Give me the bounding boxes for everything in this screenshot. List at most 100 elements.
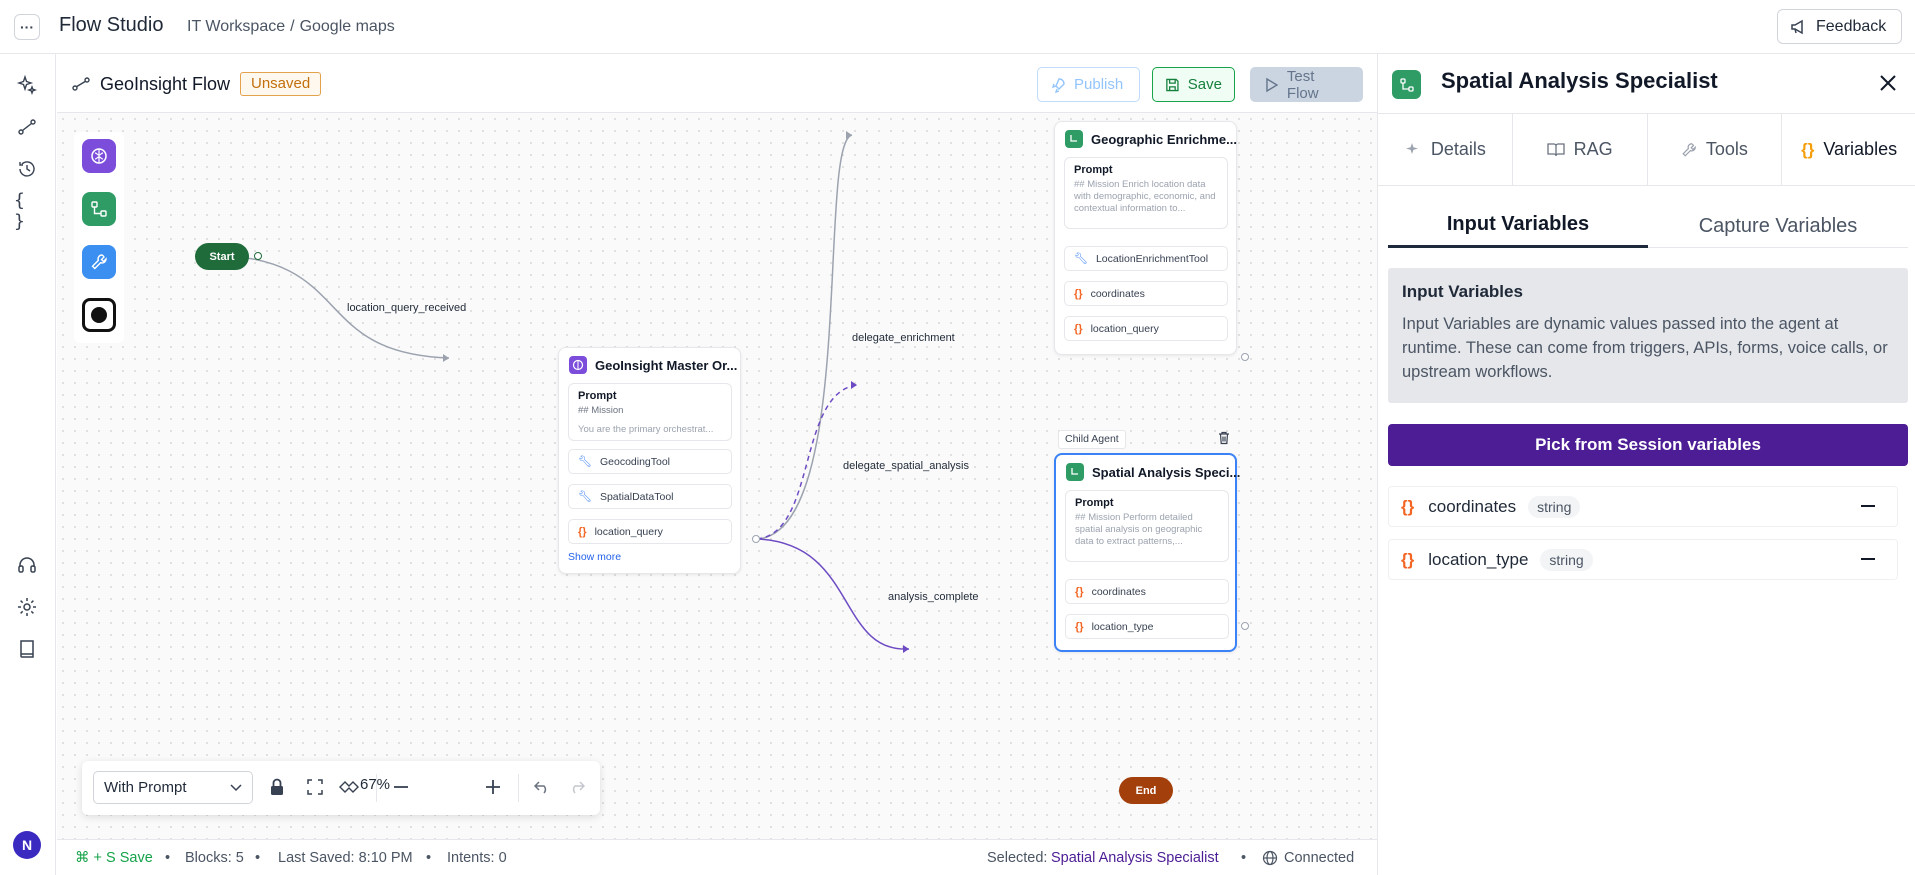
delete-node-icon[interactable] xyxy=(1217,431,1231,450)
master-prompt-line2: You are the primary orchestrat... xyxy=(578,424,714,435)
geo-output-handle[interactable] xyxy=(1241,353,1249,361)
docs-book-icon[interactable] xyxy=(14,636,40,662)
info-title: Input Variables xyxy=(1402,282,1523,301)
publish-button[interactable]: Publish xyxy=(1037,67,1140,102)
remove-variable-button[interactable] xyxy=(1861,505,1875,507)
selected-label: Selected: xyxy=(987,850,1048,866)
app-root: ··· Flow Studio IT Workspace / Google ma… xyxy=(0,0,1915,875)
megaphone-icon xyxy=(1791,19,1803,34)
tab-label: Tools xyxy=(1705,139,1748,159)
globe-icon xyxy=(1262,850,1278,866)
spatial-prompt-card[interactable]: Prompt ## Mission Perform detailed spati… xyxy=(1065,490,1229,562)
flow-header: GeoInsight Flow Unsaved Publish Save Tes… xyxy=(57,54,1377,113)
feedback-button[interactable]: Feedback xyxy=(1777,9,1902,44)
save-icon xyxy=(1166,78,1179,91)
variable-chip[interactable]: {} location_type xyxy=(1065,614,1229,639)
menu-button[interactable]: ··· xyxy=(14,14,40,40)
agent-block-button[interactable] xyxy=(82,139,116,173)
wrench-icon xyxy=(91,254,107,270)
geo-prompt-card[interactable]: Prompt ## Mission Enrich location data w… xyxy=(1064,157,1228,229)
geographic-enrichment-node[interactable]: Geographic Enrichme... Prompt ## Mission… xyxy=(1054,121,1237,355)
fit-view-icon[interactable] xyxy=(302,774,328,800)
tab-variables[interactable]: {} Variables xyxy=(1782,114,1915,185)
history-icon[interactable] xyxy=(14,156,40,182)
save-button[interactable]: Save xyxy=(1152,67,1235,102)
flows-icon[interactable] xyxy=(14,114,40,140)
variable-chip[interactable]: {} coordinates xyxy=(1065,579,1229,604)
variable-chip[interactable]: {} location_query xyxy=(568,519,732,544)
start-output-handle[interactable] xyxy=(254,252,262,260)
auto-layout-icon[interactable] xyxy=(336,774,362,800)
start-node[interactable]: Start xyxy=(195,243,249,270)
braces-icon: {} xyxy=(1401,496,1415,516)
tool-name: SpatialDataTool xyxy=(599,490,674,503)
undo-icon[interactable] xyxy=(529,774,555,800)
lock-icon[interactable] xyxy=(264,774,290,800)
subtab-input-variables[interactable]: Input Variables xyxy=(1388,204,1648,248)
tool-chip[interactable]: 🔧︎ LocationEnrichmentTool xyxy=(1064,246,1228,271)
variable-chip[interactable]: {} location_query xyxy=(1064,316,1228,341)
tab-rag[interactable]: RAG xyxy=(1513,114,1648,185)
hierarchy-icon xyxy=(91,201,107,217)
variable-name: coordinates xyxy=(1428,496,1517,516)
tool-chip[interactable]: 🔧︎ SpatialDataTool xyxy=(568,484,732,509)
brain-icon xyxy=(91,148,107,164)
edge-label-analysis-complete[interactable]: analysis_complete xyxy=(886,590,981,604)
variable-row: {} coordinates string xyxy=(1388,486,1898,527)
master-orchestrator-node[interactable]: GeoInsight Master Or... Prompt ## Missio… xyxy=(558,347,741,574)
edge-label-delegate-enrichment[interactable]: delegate_enrichment xyxy=(850,331,957,345)
spatial-output-handle[interactable] xyxy=(1241,622,1249,630)
flow-name[interactable]: GeoInsight Flow xyxy=(100,74,230,95)
pick-session-variables-button[interactable]: Pick from Session variables xyxy=(1388,424,1908,466)
spatial-analysis-node[interactable]: Spatial Analysis Speci... Prompt ## Miss… xyxy=(1054,453,1240,652)
user-avatar[interactable]: N xyxy=(13,831,41,859)
variable-row: {} location_type string xyxy=(1388,539,1898,580)
end-block-button[interactable] xyxy=(82,298,116,332)
publish-label: Publish xyxy=(1074,76,1124,93)
agents-icon[interactable] xyxy=(14,72,40,98)
headset-icon[interactable] xyxy=(14,552,40,578)
show-more-link[interactable]: Show more xyxy=(568,551,621,563)
variables-icon[interactable]: { } xyxy=(14,190,40,232)
braces-icon: {} xyxy=(578,525,587,538)
tab-details[interactable]: Details xyxy=(1378,114,1513,185)
prompt-label: Prompt xyxy=(1075,497,1114,509)
test-flow-button[interactable]: Test Flow xyxy=(1250,67,1363,102)
breadcrumb-separator: / xyxy=(290,18,295,35)
flow-canvas[interactable]: location_query_received delegate_enrichm… xyxy=(57,113,1377,839)
input-variables-info: Input Variables Input Variables are dyna… xyxy=(1388,268,1908,403)
tab-label: RAG xyxy=(1573,139,1613,159)
breadcrumb: IT Workspace / Google maps xyxy=(187,18,395,36)
settings-gear-icon[interactable] xyxy=(14,594,40,620)
variable-name: location_query xyxy=(594,525,663,538)
selected-node-name: Spatial Analysis Specialist xyxy=(1051,850,1219,866)
variable-type-badge: string xyxy=(1540,548,1593,571)
node-palette xyxy=(74,132,124,343)
tab-tools[interactable]: Tools xyxy=(1648,114,1783,185)
variable-chip[interactable]: {} coordinates xyxy=(1064,281,1228,306)
breadcrumb-workspace[interactable]: IT Workspace xyxy=(187,18,285,36)
wrench-icon: 🔧︎ xyxy=(578,491,592,503)
toolbar-divider xyxy=(518,774,519,802)
breadcrumb-page[interactable]: Google maps xyxy=(300,18,395,36)
redo-icon[interactable] xyxy=(564,774,590,800)
master-prompt-card[interactable]: Prompt ## Mission You are the primary or… xyxy=(568,383,732,441)
subtab-capture-variables[interactable]: Capture Variables xyxy=(1648,204,1908,248)
child-agent-block-button[interactable] xyxy=(82,192,116,226)
zoom-in-icon[interactable] xyxy=(480,774,506,800)
master-output-handle[interactable] xyxy=(752,535,760,543)
panel-title: Spatial Analysis Specialist xyxy=(1441,68,1718,93)
edge-label-delegate-spatial-analysis[interactable]: delegate_spatial_analysis xyxy=(841,459,971,473)
remove-variable-button[interactable] xyxy=(1861,558,1875,560)
tool-chip[interactable]: 🔧︎ GeocodingTool xyxy=(568,449,732,474)
geo-node-header: Geographic Enrichme... xyxy=(1065,130,1237,148)
end-node[interactable]: End xyxy=(1119,777,1173,804)
edge-label-location-query-received[interactable]: location_query_received xyxy=(345,301,469,315)
tool-block-button[interactable] xyxy=(82,245,116,279)
braces-icon: {} xyxy=(1075,585,1084,598)
close-panel-button[interactable] xyxy=(1875,70,1901,96)
zoom-out-icon[interactable] xyxy=(388,774,414,800)
braces-icon: {} xyxy=(1074,322,1083,335)
hierarchy-icon xyxy=(1065,130,1083,148)
view-mode-select[interactable]: With Prompt xyxy=(93,771,253,804)
